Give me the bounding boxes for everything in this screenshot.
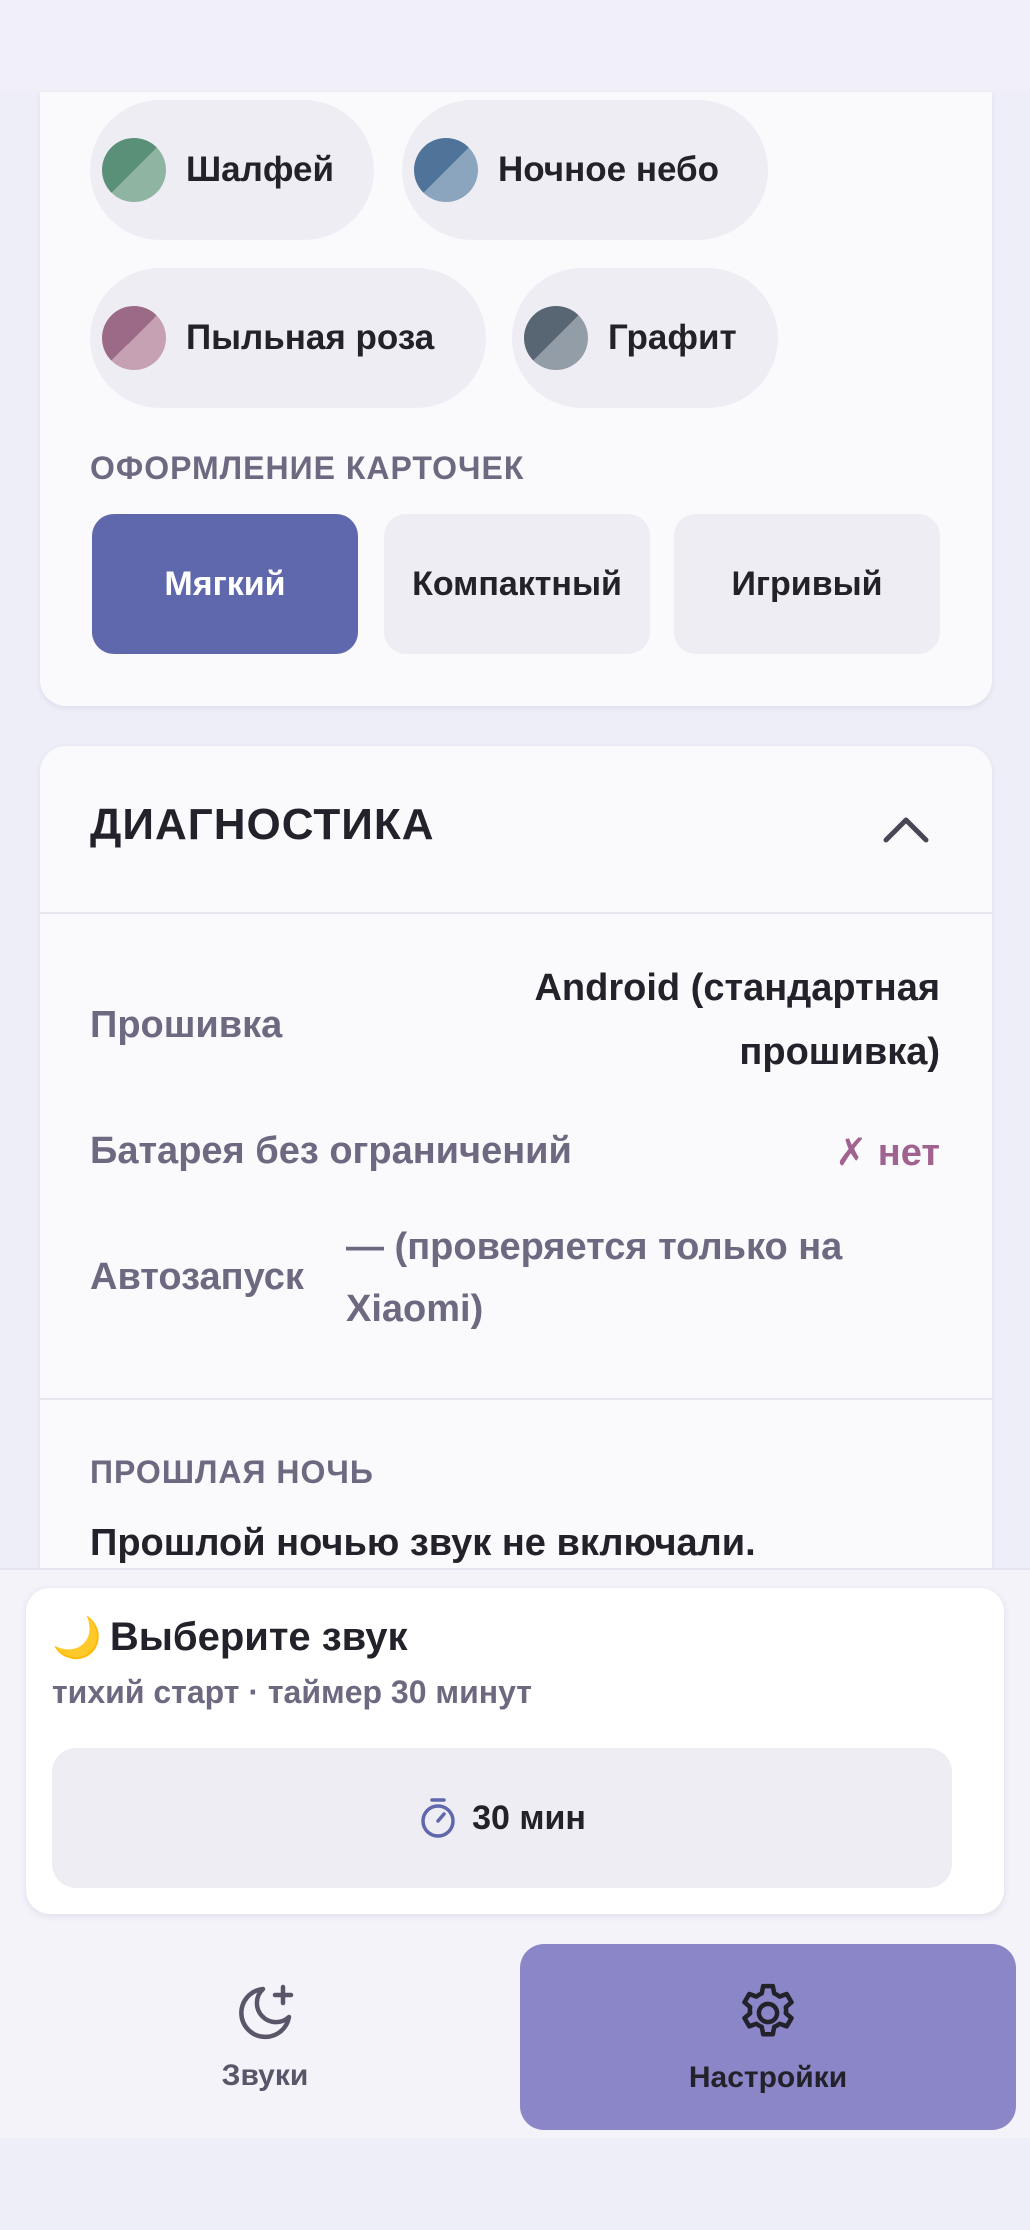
gear-icon <box>742 1983 794 2037</box>
theme-chip-sage[interactable]: Шалфей <box>90 100 374 240</box>
moon-sparkle-icon <box>239 1984 294 2040</box>
theme-chip-label: Графит <box>608 318 737 357</box>
theme-chip-label: Шалфей <box>186 150 335 189</box>
theme-chip-night-sky[interactable]: Ночное небо <box>402 100 768 240</box>
last-night-text: Прошлой ночью звук не включали. <box>90 1522 756 1564</box>
nav-settings[interactable]: Настройки <box>520 1944 1016 2130</box>
top-bar <box>0 0 1030 92</box>
autostart-label: Автозапуск <box>90 1256 304 1298</box>
card-style-caption: ОФОРМЛЕНИЕ КАРТОЧЕК <box>90 450 525 486</box>
firmware-label: Прошивка <box>90 1004 283 1046</box>
firmware-value-line1: Android (стандартная <box>534 967 940 1009</box>
card-style-compact-button[interactable]: Компактный <box>384 514 650 654</box>
appearance-card: Шалфей Ночное небо Пыльная роза Графит О… <box>40 92 992 706</box>
theme-swatch <box>102 138 166 202</box>
now-playing-card[interactable]: 🌙 Выберите звук тихий старт · таймер 30 … <box>26 1588 1004 1914</box>
divider <box>40 912 992 914</box>
card-style-soft-button[interactable]: Мягкий <box>92 514 358 654</box>
nav-settings-label: Настройки <box>688 2061 848 2094</box>
system-nav-area <box>0 2138 1030 2230</box>
theme-chip-label: Ночное небо <box>498 150 719 189</box>
card-style-playful-button[interactable]: Игривый <box>674 514 940 654</box>
player-title: 🌙 Выберите звук <box>52 1614 408 1661</box>
theme-chip-dusty-rose[interactable]: Пыльная роза <box>90 268 486 408</box>
firmware-value: Android (стандартная прошивка) <box>470 956 940 1084</box>
autostart-value: — (проверяется только на Xiaomi) <box>346 1226 843 1330</box>
theme-swatch <box>414 138 478 202</box>
theme-chip-graphite[interactable]: Графит <box>512 268 778 408</box>
battery-label: Батарея без ограничений <box>90 1130 572 1172</box>
sleep-timer-button[interactable]: 30 мин <box>52 1748 952 1888</box>
theme-swatch <box>524 306 588 370</box>
firmware-value-line2: прошивка) <box>739 1031 940 1073</box>
diagnostics-title: ДИАГНОСТИКА <box>90 800 435 849</box>
player-title-text: Выберите звук <box>109 1615 408 1659</box>
nav-sounds-label: Звуки <box>221 2059 309 2092</box>
theme-swatch <box>102 306 166 370</box>
theme-chip-label: Пыльная роза <box>186 318 435 357</box>
moon-icon: 🌙 <box>52 1616 102 1660</box>
nav-sounds[interactable]: Звуки <box>40 1944 490 2130</box>
sleep-timer-label: 30 мин <box>472 1798 586 1837</box>
last-night-caption: ПРОШЛАЯ НОЧЬ <box>90 1454 374 1490</box>
chevron-up-icon[interactable] <box>880 810 932 846</box>
battery-value: ✗ нет <box>835 1132 940 1174</box>
stopwatch-icon <box>421 1798 455 1838</box>
player-subtitle: тихий старт · таймер 30 минут <box>52 1674 532 1710</box>
diagnostics-card: ДИАГНОСТИКА Прошивка Android (стандартна… <box>40 746 992 1576</box>
divider <box>40 1398 992 1400</box>
